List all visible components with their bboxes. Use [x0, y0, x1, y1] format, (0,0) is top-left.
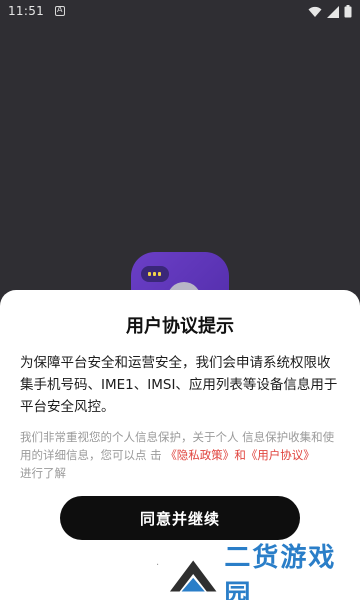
status-bar: 11:51 [0, 0, 360, 24]
status-indicators [308, 5, 352, 18]
chat-bubble-icon [141, 266, 169, 282]
notification-a-icon [55, 5, 65, 16]
wifi-icon [308, 6, 322, 17]
dialog-body: 为保障平台安全和运营安全，我们会申请系统权限收集手机号码、IME1、IMSI、应… [20, 355, 338, 415]
watermark-text: 二货游戏园 [224, 543, 337, 600]
screen: 11:51 用户协议提示 为保障平台安全和运营安全，我们会申请系统权限收集手机号… [0, 0, 360, 600]
status-time: 11:51 [8, 4, 45, 18]
user-agreement-link[interactable]: 《用户协议》 [246, 448, 315, 462]
battery-icon [344, 5, 352, 18]
privacy-policy-link[interactable]: 《隐私政策》 [165, 448, 234, 462]
dialog-title: 用户协议提示 [126, 316, 234, 337]
watermark: 二货游戏园 [168, 543, 360, 600]
agreement-dialog: 用户协议提示 为保障平台安全和运营安全，我们会申请系统权限收集手机号码、IME1… [0, 290, 360, 600]
privacy-note-suffix: 进行了解 [20, 466, 66, 480]
watermark-dot: · [156, 560, 160, 571]
agree-continue-button[interactable]: 同意并继续 [60, 496, 300, 540]
dialog-privacy-note: 我们非常重视您的个人信息保护，关于个人 信息保护收集和使用的详细信息，您可以点 … [20, 428, 342, 482]
signal-icon [327, 5, 339, 18]
watermark-logo-icon [169, 560, 217, 592]
and-text: 和 [234, 448, 246, 462]
